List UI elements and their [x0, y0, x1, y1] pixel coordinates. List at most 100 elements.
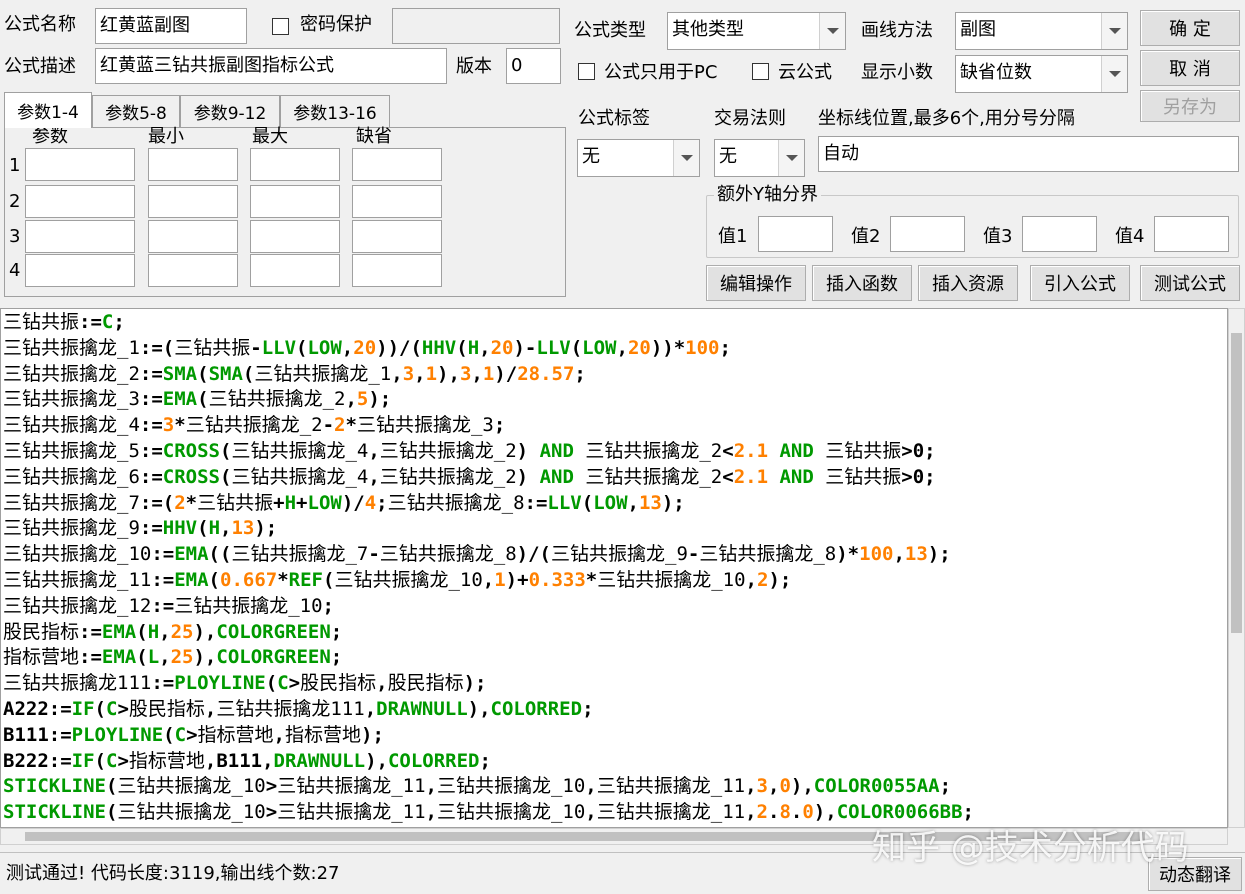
- param-max-input[interactable]: [250, 185, 340, 218]
- decimals-select[interactable]: 缺省位数: [955, 55, 1128, 93]
- password-checkbox[interactable]: [272, 18, 289, 35]
- code-token: ,: [745, 775, 757, 798]
- code-line[interactable]: B111:=PLOYLINE(C>指标营地,指标营地);: [3, 723, 1225, 749]
- param-min-input[interactable]: [148, 148, 238, 181]
- code-line[interactable]: 三钻共振擒龙_6:=CROSS(三钻共振擒龙_4,三钻共振擒龙_2) AND 三…: [3, 465, 1225, 491]
- scroll-thumb[interactable]: [1231, 333, 1242, 633]
- code-token: 三钻共振: [174, 336, 251, 359]
- code-line[interactable]: 三钻共振擒龙111:=PLOYLINE(C>股民指标,股民指标);: [3, 671, 1225, 697]
- param-max-input[interactable]: [250, 220, 340, 253]
- insert-function-button[interactable]: 插入函数: [812, 265, 912, 301]
- password-label: 密码保护: [300, 14, 372, 35]
- tab-params-9-12[interactable]: 参数9-12: [180, 95, 280, 127]
- cloud-checkbox[interactable]: [752, 63, 769, 80]
- code-token: );: [927, 543, 951, 566]
- ok-button[interactable]: 确 定: [1140, 10, 1240, 46]
- code-line[interactable]: 三钻共振擒龙_2:=SMA(SMA(三钻共振擒龙_1,3,1),3,1)/28.…: [3, 362, 1225, 388]
- version-input[interactable]: 0: [506, 48, 561, 84]
- vertical-scrollbar[interactable]: [1228, 308, 1245, 828]
- cloud-label: 云公式: [778, 62, 832, 83]
- param-min-input[interactable]: [148, 185, 238, 218]
- code-token: 三钻共振擒龙_10: [3, 543, 152, 566]
- pc-only-checkbox[interactable]: [578, 63, 595, 80]
- chevron-down-icon[interactable]: [673, 140, 699, 176]
- formula-desc-input[interactable]: 红黄蓝三钻共振副图指标公式: [95, 48, 447, 84]
- code-line[interactable]: 三钻共振擒龙_1:=(三钻共振-LLV(LOW,20))/(HHV(H,20)-…: [3, 336, 1225, 362]
- param-max-input[interactable]: [250, 148, 340, 181]
- code-token: 13: [638, 491, 662, 514]
- code-token: 三钻共振擒龙_4: [3, 414, 140, 437]
- test-formula-button[interactable]: 测试公式: [1140, 265, 1240, 301]
- code-line[interactable]: 三钻共振擒龙_7:=(2*三钻共振+H+LOW)/4;三钻共振擒龙_8:=LLV…: [3, 491, 1225, 517]
- code-token: ,: [159, 620, 171, 643]
- code-token: -: [250, 336, 262, 359]
- code-line[interactable]: 三钻共振擒龙_9:=HHV(H,13);: [3, 516, 1225, 542]
- code-token: 三钻共振擒龙_2: [585, 465, 723, 488]
- code-line[interactable]: B222:=IF(C>指标营地,B111,DRAWNULL),COLORRED;: [3, 749, 1225, 775]
- code-token: COLORGREEN: [216, 646, 331, 669]
- code-line[interactable]: 三钻共振擒龙_10:=EMA((三钻共振擒龙_7-三钻共振擒龙_8)/(三钻共振…: [3, 542, 1225, 568]
- code-line[interactable]: 三钻共振擒龙_4:=3*三钻共振擒龙_2-2*三钻共振擒龙_3;: [3, 413, 1225, 439]
- code-token: 28.57: [517, 362, 575, 385]
- param-default-input[interactable]: [352, 220, 442, 253]
- y-value-2-input[interactable]: [890, 216, 965, 252]
- code-token: LLV: [536, 336, 571, 359]
- code-token: (: [322, 568, 335, 591]
- param-default-input[interactable]: [352, 148, 442, 181]
- code-line[interactable]: 三钻共振擒龙_3:=EMA(三钻共振擒龙_2,5);: [3, 387, 1225, 413]
- tab-params-1-4[interactable]: 参数1-4: [4, 92, 92, 128]
- insert-resource-button[interactable]: 插入资源: [918, 265, 1018, 301]
- code-editor[interactable]: 三钻共振:=C; 三钻共振擒龙_1:=(三钻共振-LLV(LOW,20))/(HH…: [0, 308, 1228, 828]
- formula-type-select[interactable]: 其他类型: [667, 12, 846, 50]
- chevron-down-icon[interactable]: [1101, 13, 1127, 49]
- y-value-4-input[interactable]: [1154, 216, 1229, 252]
- code-token: 三钻共振擒龙_6: [3, 465, 140, 488]
- code-token: H: [467, 336, 480, 359]
- param-min-input[interactable]: [148, 254, 238, 287]
- param-min-input[interactable]: [148, 220, 238, 253]
- y-value-1-input[interactable]: [758, 216, 833, 252]
- code-line[interactable]: 股民指标:=EMA(H,25),COLORGREEN;: [3, 620, 1225, 646]
- code-line[interactable]: 指标营地:=EMA(L,25),COLORGREEN;: [3, 645, 1225, 671]
- coord-input[interactable]: 自动: [818, 136, 1239, 172]
- code-token: :=: [151, 672, 175, 695]
- code-token: ,: [368, 439, 380, 462]
- param-default-input[interactable]: [352, 254, 442, 287]
- edit-operation-button[interactable]: 编辑操作: [706, 265, 806, 301]
- chevron-down-icon[interactable]: [1101, 56, 1127, 92]
- param-default-input[interactable]: [352, 185, 442, 218]
- param-name-input[interactable]: [25, 148, 135, 181]
- chevron-down-icon[interactable]: [819, 13, 845, 49]
- code-line[interactable]: A222:=IF(C>股民指标,三钻共振擒龙111,DRAWNULL),COLO…: [3, 697, 1225, 723]
- code-token: 3: [162, 414, 175, 437]
- code-line[interactable]: 三钻共振擒龙_12:=三钻共振擒龙_10;: [3, 594, 1225, 620]
- code-token: (: [456, 336, 468, 359]
- y-value-3-input[interactable]: [1022, 216, 1097, 252]
- code-line[interactable]: 三钻共振擒龙_11:=EMA(0.667*REF(三钻共振擒龙_10,1)+0.…: [3, 568, 1225, 594]
- cancel-button[interactable]: 取 消: [1140, 50, 1240, 86]
- param-max-input[interactable]: [250, 254, 340, 287]
- chevron-down-icon[interactable]: [778, 140, 804, 176]
- code-token: ,: [414, 362, 426, 385]
- code-token: *: [185, 491, 198, 514]
- param-name-input[interactable]: [25, 254, 135, 287]
- code-token: 三钻共振: [197, 491, 274, 514]
- tab-params-5-8[interactable]: 参数5-8: [92, 95, 180, 127]
- param-name-input[interactable]: [25, 185, 135, 218]
- code-token: 13: [904, 543, 928, 566]
- code-token: 20: [627, 336, 651, 359]
- import-formula-button[interactable]: 引入公式: [1030, 265, 1130, 301]
- code-line[interactable]: 三钻共振擒龙_5:=CROSS(三钻共振擒龙_4,三钻共振擒龙_2) AND 三…: [3, 439, 1225, 465]
- formula-tag-select[interactable]: 无: [577, 139, 700, 177]
- tab-params-13-16[interactable]: 参数13-16: [280, 95, 390, 127]
- draw-method-select[interactable]: 副图: [955, 12, 1128, 50]
- code-token: 13: [231, 517, 255, 540]
- code-token: 三钻共振擒龙_8: [699, 543, 837, 566]
- trade-rule-select[interactable]: 无: [714, 139, 805, 177]
- param-name-input[interactable]: [25, 220, 135, 253]
- code-line[interactable]: 三钻共振:=C;: [3, 310, 1225, 336]
- formula-name-input[interactable]: 红黄蓝副图: [95, 8, 247, 44]
- code-line[interactable]: STICKLINE(三钻共振擒龙_10>三钻共振擒龙_11,三钻共振擒龙_10,…: [3, 774, 1225, 800]
- code-token: 三钻共振擒龙_3: [356, 414, 494, 437]
